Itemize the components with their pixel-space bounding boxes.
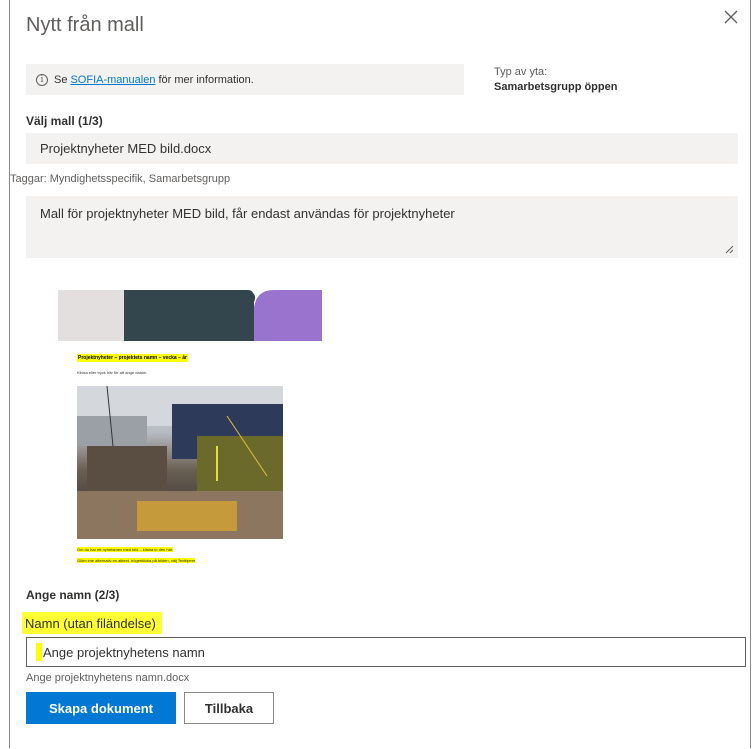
info-icon: i — [36, 73, 48, 86]
name-step-label: Ange namn (2/3) — [26, 588, 120, 602]
create-document-button[interactable]: Skapa dokument — [26, 692, 176, 724]
template-preview: Projektnyheter – projektets namn – vecka… — [58, 290, 322, 570]
info-prefix: Se — [54, 73, 68, 86]
manual-link[interactable]: SOFIA-manualen — [70, 74, 155, 86]
dialog-title: Nytt från mall — [26, 14, 144, 36]
template-description-text: Mall för projektnyheter MED bild, får en… — [40, 206, 455, 221]
preview-construction-photo — [77, 386, 283, 539]
preview-caption-1: Om du har ett nyhetsbrev med bild – klis… — [77, 547, 174, 552]
template-description[interactable]: Mall för projektnyheter MED bild, får en… — [26, 196, 738, 258]
resulting-filename: Ange projektnyhetens namn.docx — [26, 672, 190, 684]
new-from-template-dialog: Nytt från mall i Se SOFIA-manualen för m… — [9, 0, 751, 748]
area-type-value: Samarbetsgrupp öppen — [494, 81, 618, 93]
preview-date-hint: Klicka eller tryck här för att ange datu… — [77, 370, 148, 375]
selected-template: Projektnyheter MED bild.docx — [40, 141, 212, 156]
name-input-placeholder: Ange projektnyhetens namn — [43, 644, 205, 660]
info-suffix: för mer information. — [158, 73, 254, 86]
preview-heading: Projektnyheter – projektets namn – vecka… — [77, 354, 188, 362]
close-icon[interactable] — [722, 8, 740, 26]
template-selector[interactable]: Projektnyheter MED bild.docx — [26, 133, 738, 164]
preview-caption-2: Glöm inte alternativ en alttext, högerkl… — [77, 558, 196, 563]
name-input[interactable]: Ange projektnyhetens namn — [26, 637, 746, 667]
area-type-label: Typ av yta: — [494, 66, 548, 78]
resize-grip-icon[interactable] — [724, 244, 734, 254]
back-button[interactable]: Tillbaka — [184, 692, 274, 724]
template-tags: Taggar: Myndighetsspecifik, Samarbetsgru… — [10, 173, 231, 185]
preview-header-band — [58, 290, 322, 341]
info-bar: i Se SOFIA-manualen för mer information. — [26, 64, 464, 95]
name-field-label: Namn (utan filändelse) — [22, 612, 162, 634]
text-caret — [36, 643, 42, 661]
template-step-label: Välj mall (1/3) — [26, 114, 103, 128]
